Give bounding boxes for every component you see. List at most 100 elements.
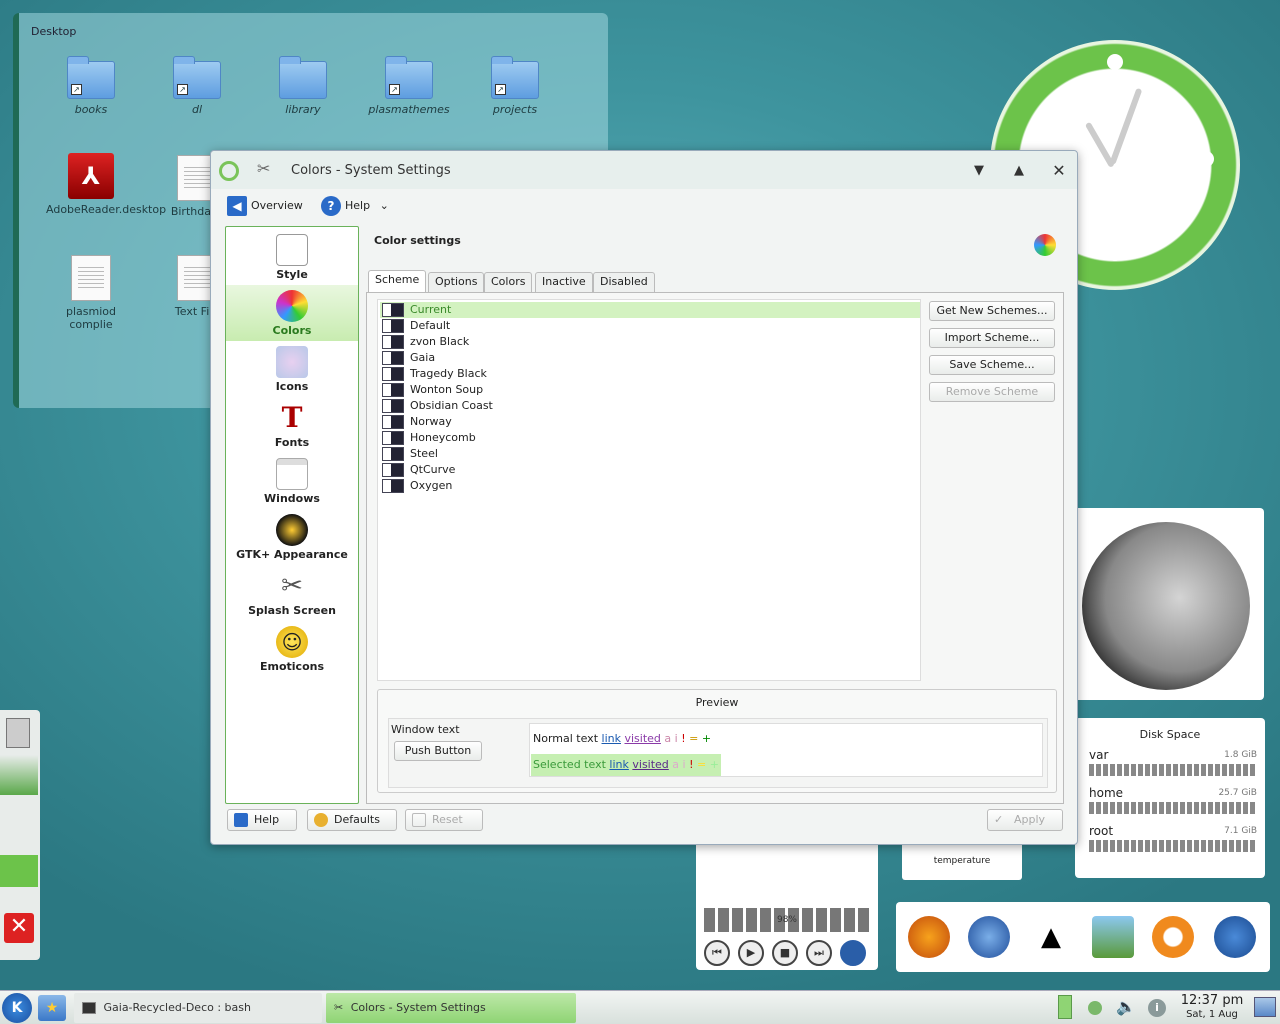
list-item[interactable]: Tragedy Black	[380, 366, 920, 382]
tab-disabled[interactable]: Disabled	[593, 272, 655, 292]
calculator-icon[interactable]	[6, 718, 30, 748]
desktop-icon-adobereader[interactable]: ⅄ AdobeReader.desktop	[46, 153, 166, 216]
desktop-title: Desktop	[31, 25, 77, 38]
system-settings-window[interactable]: ✂ Colors - System Settings ▼ ▲ ✕ ◀ Overv…	[210, 150, 1078, 845]
k-menu-button[interactable]: K	[2, 993, 32, 1023]
clock-time[interactable]: 12:37 pm	[1176, 993, 1248, 1008]
list-item[interactable]: Wonton Soup	[380, 382, 920, 398]
disk-space-widget[interactable]: Disk Space var 1.8 GiB home 25.7 GiB roo…	[1075, 718, 1265, 878]
sidebar-item-colors[interactable]: Colors	[226, 285, 358, 341]
fonts-icon: T	[281, 401, 303, 434]
media-app-icon[interactable]	[840, 940, 866, 966]
help-menu-button[interactable]: ? Help ⌄	[317, 193, 389, 219]
desktop-icon-plasmathemes[interactable]: ↗ plasmathemes	[364, 56, 454, 116]
network-icon[interactable]	[1088, 1001, 1102, 1015]
sidebar-item-emoticons[interactable]: ☺ Emoticons	[226, 621, 358, 677]
list-item[interactable]: Steel	[380, 446, 920, 462]
help-icon: ?	[321, 196, 341, 216]
image-editor-icon[interactable]	[1092, 916, 1134, 958]
media-player-widget[interactable]: 98% ⏮ ▶ ■ ⏭	[696, 840, 878, 970]
tools-icon: ✂	[281, 571, 303, 601]
apply-button[interactable]: ✓ Apply	[987, 809, 1063, 831]
clock-mark	[1107, 54, 1123, 70]
sidebar-item-style[interactable]: Style	[226, 229, 358, 285]
scheme-preview-icon	[382, 399, 404, 413]
color-preview: Preview Window text Push Button Normal t…	[377, 689, 1057, 793]
minimize-button[interactable]: ▼	[969, 161, 989, 181]
volume-icon[interactable]: 🔈	[1116, 997, 1136, 1016]
maximize-button[interactable]: ▲	[1009, 161, 1029, 181]
tab-inactive[interactable]: Inactive	[535, 272, 593, 292]
favorites-icon[interactable]: ★	[38, 995, 66, 1021]
desktop-icon-dl[interactable]: ↗ dl	[152, 56, 242, 116]
window-text-label: Window text	[391, 723, 460, 736]
style-icon	[276, 234, 308, 266]
icons-icon	[276, 346, 308, 378]
desktop-icon-library[interactable]: library	[258, 56, 348, 116]
info-icon[interactable]: i	[1148, 999, 1166, 1017]
window-titlebar[interactable]: ✂ Colors - System Settings ▼ ▲ ✕	[211, 151, 1077, 189]
sidebar-item-windows[interactable]: Windows	[226, 453, 358, 509]
get-new-schemes-button[interactable]: Get New Schemes...	[929, 301, 1055, 321]
clock-date[interactable]: Sat, 1 Aug	[1176, 1009, 1248, 1020]
scheme-preview-icon	[382, 351, 404, 365]
previous-icon[interactable]: ⏮	[704, 940, 730, 966]
firefox-icon[interactable]	[908, 916, 950, 958]
close-icon[interactable]: ✕	[4, 913, 34, 943]
help-icon	[234, 813, 248, 827]
taskbar: K ★ Gaia-Recycled-Deco : bash ✂ Colors -…	[0, 990, 1280, 1024]
list-item[interactable]: Oxygen	[380, 478, 920, 494]
pdf-icon: ⅄	[68, 153, 114, 199]
help-button[interactable]: Help	[227, 809, 297, 831]
sidebar-item-gtk[interactable]: GTK+ Appearance	[226, 509, 358, 565]
smiley-icon: ☺	[276, 626, 308, 658]
moon-icon	[1082, 522, 1250, 690]
window-app-icon[interactable]	[219, 161, 239, 181]
sidebar-item-fonts[interactable]: T Fonts	[226, 397, 358, 453]
scheme-list[interactable]: Current Default zvon Black Gaia Tragedy …	[377, 299, 921, 681]
sidebar-item-icons[interactable]: Icons	[226, 341, 358, 397]
list-item[interactable]: zvon Black	[380, 334, 920, 350]
save-scheme-button[interactable]: Save Scheme...	[929, 355, 1055, 375]
remove-scheme-button[interactable]: Remove Scheme	[929, 382, 1055, 402]
inkscape-icon[interactable]: ▲	[1030, 916, 1072, 958]
list-item[interactable]: Obsidian Coast	[380, 398, 920, 414]
list-item[interactable]: QtCurve	[380, 462, 920, 478]
task-bash[interactable]: Gaia-Recycled-Deco : bash	[74, 993, 322, 1023]
sidebar-item-splash[interactable]: ✂ Splash Screen	[226, 565, 358, 621]
show-desktop-icon[interactable]	[1254, 997, 1276, 1017]
checkmark-icon: ✓	[994, 813, 1004, 826]
left-panel-widget[interactable]: ✕	[0, 710, 40, 960]
scheme-preview-icon	[382, 383, 404, 397]
thunderbird-icon[interactable]	[968, 916, 1010, 958]
desktop-icon-books[interactable]: ↗ books	[46, 56, 136, 116]
blender-icon[interactable]	[1152, 916, 1194, 958]
scheme-tab-panel: Current Default zvon Black Gaia Tragedy …	[366, 292, 1064, 804]
list-item[interactable]: Current	[380, 302, 920, 318]
play-icon[interactable]: ▶	[738, 940, 764, 966]
defaults-button[interactable]: Defaults	[307, 809, 397, 831]
import-scheme-button[interactable]: Import Scheme...	[929, 328, 1055, 348]
next-icon[interactable]: ⏭	[806, 940, 832, 966]
list-item[interactable]: Norway	[380, 414, 920, 430]
tab-colors[interactable]: Colors	[484, 272, 533, 292]
preview-push-button[interactable]: Push Button	[394, 741, 482, 761]
browser-icon[interactable]	[1214, 916, 1256, 958]
desktop-icon-projects[interactable]: ↗ projects	[470, 56, 560, 116]
task-colors-settings[interactable]: ✂ Colors - System Settings	[326, 993, 576, 1023]
stop-icon[interactable]: ■	[772, 940, 798, 966]
list-item[interactable]: Gaia	[380, 350, 920, 366]
tools-icon: ✂	[257, 159, 271, 178]
reset-button[interactable]: Reset	[405, 809, 483, 831]
list-item[interactable]: Default	[380, 318, 920, 334]
tab-options[interactable]: Options	[428, 272, 485, 292]
list-item[interactable]: Honeycomb	[380, 430, 920, 446]
disk-usage-bar	[1089, 764, 1257, 776]
temperature-widget[interactable]: temperature	[902, 840, 1022, 880]
close-button[interactable]: ✕	[1049, 161, 1069, 181]
battery-icon[interactable]	[1058, 995, 1072, 1019]
desktop-icon-plasmiod[interactable]: plasmiod complie	[46, 255, 136, 331]
quicklaunch-widget[interactable]: ▲	[896, 902, 1270, 972]
tab-scheme[interactable]: Scheme	[368, 270, 427, 292]
overview-button[interactable]: ◀ Overview	[223, 193, 303, 219]
